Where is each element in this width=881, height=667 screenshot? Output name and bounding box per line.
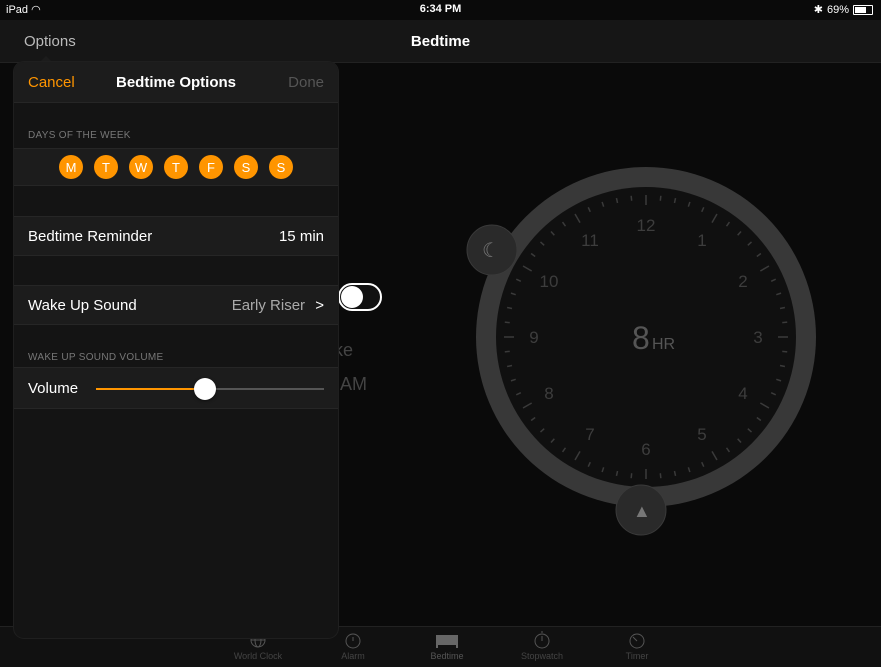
clock-tick	[615, 470, 619, 477]
day-thursday[interactable]: T	[164, 155, 188, 179]
duration-value: 8	[632, 320, 650, 356]
day-saturday[interactable]: S	[234, 155, 258, 179]
timer-icon	[629, 633, 645, 649]
clock-time: 6:34 PM	[419, 3, 462, 15]
clock-number: 7	[585, 425, 594, 444]
tab-timer[interactable]: Timer	[597, 627, 677, 661]
clock-number: 5	[697, 425, 706, 444]
day-sunday[interactable]: S	[269, 155, 293, 179]
volume-slider-thumb[interactable]	[194, 378, 217, 400]
clock-number: 11	[581, 231, 599, 250]
reminder-label: Bedtime Reminder	[28, 228, 153, 245]
popover-header: Cancel Bedtime Options Done	[14, 62, 338, 103]
wake-handle[interactable]: ▲	[615, 484, 667, 536]
days-of-week-selector: M T W T F S S	[14, 148, 338, 186]
bell-icon: ▲	[633, 501, 651, 521]
bedtime-handle[interactable]: ☾	[466, 224, 518, 276]
moon-icon: ☾	[482, 240, 500, 262]
clock-number: 9	[529, 328, 538, 347]
clock-tick	[504, 321, 510, 324]
stopwatch-icon	[534, 631, 550, 649]
battery-percentage: 69%	[826, 3, 849, 16]
day-wednesday[interactable]: W	[129, 155, 153, 179]
clock-number: 10	[540, 272, 559, 291]
clock-tick	[673, 470, 677, 477]
wake-sound-value-group: Early Riser >	[232, 297, 324, 314]
clock-number: 8	[544, 384, 553, 403]
day-monday[interactable]: M	[59, 155, 83, 179]
clock-tick	[779, 364, 786, 368]
bedtime-dial[interactable]: 121234567891011 8 HR ☾ ▲	[452, 137, 840, 537]
wake-sound-value: Early Riser	[231, 297, 306, 314]
bed-icon	[436, 635, 458, 648]
background-wake-time: )AM	[334, 374, 367, 394]
clock-tick	[504, 350, 510, 353]
day-friday[interactable]: F	[199, 155, 223, 179]
battery-icon	[853, 4, 873, 15]
bluetooth-icon: ✱	[813, 4, 823, 16]
day-tuesday[interactable]: T	[94, 155, 118, 179]
clock-tick	[630, 195, 633, 201]
done-button[interactable]: Done	[288, 74, 324, 91]
clock-tick	[782, 350, 788, 353]
volume-label: Volume	[28, 380, 79, 397]
clock-tick	[779, 306, 786, 310]
clock-tick	[506, 306, 513, 310]
reminder-value: 15 min	[278, 228, 324, 245]
alarm-icon	[345, 633, 361, 649]
bedtime-reminder-row[interactable]: Bedtime Reminder 15 min	[14, 216, 338, 256]
clock-number: 6	[641, 440, 650, 459]
page-title: Bedtime	[410, 33, 471, 50]
tab-bedtime[interactable]: Bedtime	[407, 627, 487, 661]
clock-number: 12	[637, 216, 656, 235]
duration-unit: HR	[652, 336, 675, 353]
clock-tick	[659, 195, 662, 201]
wake-up-sound-row[interactable]: Wake Up Sound Early Riser >	[14, 285, 338, 325]
days-section-label: DAYS OF THE WEEK	[28, 130, 131, 141]
clock-tick	[659, 473, 662, 479]
volume-row: Volume	[14, 367, 338, 409]
wake-sound-label: Wake Up Sound	[28, 297, 137, 314]
chevron-right-icon: >	[315, 297, 324, 314]
clock-tick	[506, 364, 513, 368]
clock-tick	[782, 321, 788, 324]
navigation-bar: Options Bedtime	[0, 20, 881, 63]
tab-stopwatch[interactable]: Stopwatch	[502, 627, 582, 661]
clock-number: 3	[753, 328, 762, 347]
volume-slider-fill	[96, 388, 206, 390]
volume-section-label: WAKE UP SOUND VOLUME	[28, 352, 164, 363]
clock-number: 2	[738, 272, 747, 291]
bedtime-toggle[interactable]	[338, 283, 382, 311]
battery-indicator: ✱ 69%	[814, 3, 873, 16]
status-bar: iPad ◠ 6:34 PM ✱ 69%	[0, 0, 881, 20]
clock-tick	[630, 473, 633, 479]
bedtime-options-popover: Cancel Bedtime Options Done DAYS OF THE …	[14, 62, 338, 638]
clock-tick	[673, 197, 677, 204]
clock-tick	[615, 197, 619, 204]
clock-number: 1	[697, 231, 706, 250]
clock-number: 4	[738, 384, 747, 403]
